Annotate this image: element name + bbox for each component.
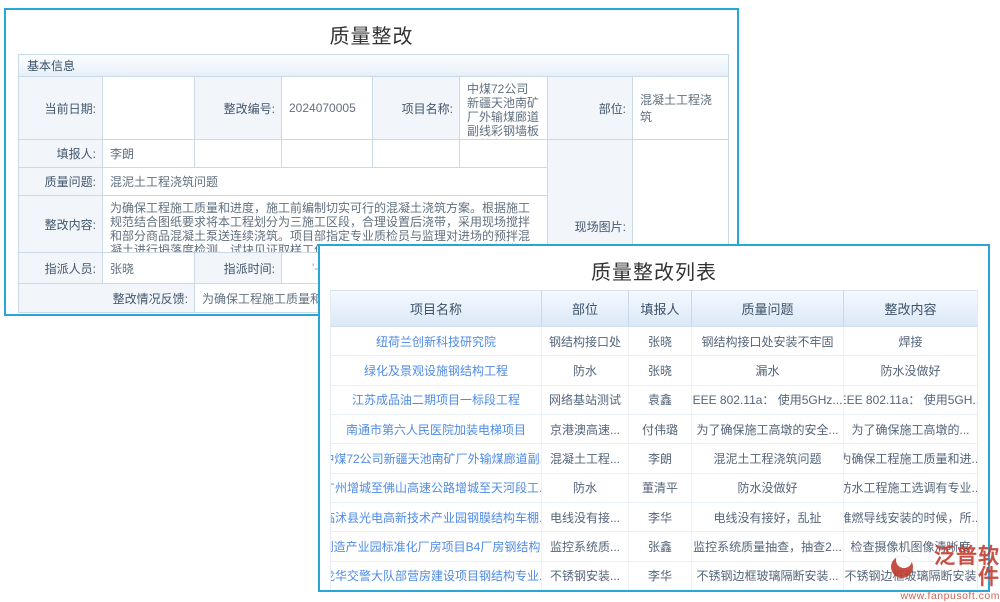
- basic-info-section-header: 基本信息: [19, 55, 728, 77]
- table-row: 江苏成品油二期项目一标段工程 网络基站测试 袁鑫 EEE 802.11a： 使用…: [331, 386, 977, 415]
- table-row: 制造产业园标准化厂房项目B4厂房钢结构... 监控系统质... 张鑫 监控系统质…: [331, 532, 977, 561]
- table-row: 龙华交警大队部营房建设项目钢结构专业... 不锈钢安装... 李华 不锈钢边框玻…: [331, 562, 977, 590]
- reporter-cell: 付伟璐: [629, 415, 692, 443]
- content-cell: 为了确保施工高墩的...: [844, 415, 977, 443]
- part-cell: 不锈钢安装...: [542, 562, 629, 590]
- content-cell: EEE 802.11a： 使用5GH...: [844, 386, 977, 414]
- table-row: 临沭县光电高新技术产业园钢膜结构车棚... 电线没有接... 李华 电线没有接好…: [331, 503, 977, 532]
- part-field[interactable]: 混凝土工程浇筑: [633, 77, 729, 140]
- empty-cell: [282, 140, 373, 168]
- part-cell: 电线没有接...: [542, 503, 629, 531]
- col-header-part: 部位: [542, 291, 629, 326]
- quality-issue-label: 质量问题:: [19, 168, 103, 196]
- project-link[interactable]: 制造产业园标准化厂房项目B4厂房钢结构...: [331, 532, 542, 560]
- empty-cell: [373, 140, 460, 168]
- empty-cell: [195, 140, 282, 168]
- quality-issue-field[interactable]: 混泥土工程浇筑问题: [103, 168, 548, 196]
- part-cell: 监控系统质...: [542, 532, 629, 560]
- project-link[interactable]: 中煤72公司新疆天池南矿厂外输煤廊道副...: [331, 444, 542, 472]
- issue-cell: 防水没做好: [692, 474, 844, 502]
- empty-cell: [460, 140, 548, 168]
- list-header-row: 项目名称 部位 填报人 质量问题 整改内容: [331, 290, 977, 327]
- table-row: 绿化及景观设施钢结构工程 防水 张晓 漏水 防水没做好: [331, 356, 977, 385]
- quality-rectification-list-panel: 质量整改列表 项目名称 部位 填报人 质量问题 整改内容 纽荷兰创新科技研究院 …: [318, 244, 990, 592]
- issue-cell: 不锈钢边框玻璃隔断安装...: [692, 562, 844, 590]
- part-cell: 钢结构接口处: [542, 327, 629, 355]
- issue-cell: EEE 802.11a： 使用5GHz...: [692, 386, 844, 414]
- project-link[interactable]: 龙华交警大队部营房建设项目钢结构专业...: [331, 562, 542, 590]
- issue-cell: 漏水: [692, 356, 844, 384]
- issue-cell: 电线没有接好，乱扯: [692, 503, 844, 531]
- project-link[interactable]: 纽荷兰创新科技研究院: [331, 327, 542, 355]
- project-name-label: 项目名称:: [373, 77, 460, 140]
- content-cell: 为确保工程施工质量和进...: [844, 444, 977, 472]
- reporter-cell: 张晓: [629, 327, 692, 355]
- assignee-field[interactable]: 张晓: [103, 253, 195, 284]
- part-cell: 防水: [542, 474, 629, 502]
- part-cell: 防水: [542, 356, 629, 384]
- part-cell: 网络基站测试: [542, 386, 629, 414]
- issue-cell: 监控系统质量抽查，抽查2...: [692, 532, 844, 560]
- reporter-cell: 李华: [629, 503, 692, 531]
- project-link[interactable]: 江苏成品油二期项目一标段工程: [331, 386, 542, 414]
- issue-cell: 钢结构接口处安装不牢固: [692, 327, 844, 355]
- feedback-label: 整改情况反馈:: [19, 284, 195, 313]
- reporter-cell: 李华: [629, 562, 692, 590]
- rectify-content-label: 整改内容:: [19, 196, 103, 253]
- issue-cell: 为了确保施工高墩的安全...: [692, 415, 844, 443]
- reporter-label: 填报人:: [19, 140, 103, 168]
- project-link[interactable]: 广州增城至佛山高速公路增城至天河段工...: [331, 474, 542, 502]
- part-cell: 京港澳高速...: [542, 415, 629, 443]
- col-header-issue: 质量问题: [692, 291, 844, 326]
- project-link[interactable]: 南通市第六人民医院加装电梯项目: [331, 415, 542, 443]
- list-title: 质量整改列表: [320, 246, 988, 290]
- table-row: 广州增城至佛山高速公路增城至天河段工... 防水 董清平 防水没做好 防水工程施…: [331, 474, 977, 503]
- col-header-project: 项目名称: [331, 291, 542, 326]
- current-date-label: 当前日期:: [19, 77, 103, 140]
- assign-time-label: 指派时间:: [195, 253, 282, 284]
- form-title: 质量整改: [6, 10, 737, 54]
- rectify-no-field[interactable]: 2024070005: [282, 77, 373, 140]
- project-link[interactable]: 临沭县光电高新技术产业园钢膜结构车棚...: [331, 503, 542, 531]
- reporter-cell: 袁鑫: [629, 386, 692, 414]
- content-cell: 防水没做好: [844, 356, 977, 384]
- rectification-list-table: 项目名称 部位 填报人 质量问题 整改内容 纽荷兰创新科技研究院 钢结构接口处 …: [330, 290, 978, 590]
- rectify-no-label: 整改编号:: [195, 77, 282, 140]
- project-name-field[interactable]: 中煤72公司新疆天池南矿厂外输煤廊道副线彩钢墙板安装专业分包工程: [460, 77, 548, 140]
- table-row: 南通市第六人民医院加装电梯项目 京港澳高速... 付伟璐 为了确保施工高墩的安全…: [331, 415, 977, 444]
- part-cell: 混凝土工程...: [542, 444, 629, 472]
- project-link[interactable]: 绿化及景观设施钢结构工程: [331, 356, 542, 384]
- table-row: 中煤72公司新疆天池南矿厂外输煤廊道副... 混凝土工程... 李朗 混泥土工程…: [331, 444, 977, 473]
- current-date-field[interactable]: [103, 77, 195, 140]
- reporter-cell: 张鑫: [629, 532, 692, 560]
- assignee-label: 指派人员:: [19, 253, 103, 284]
- part-label: 部位:: [548, 77, 633, 140]
- table-row: 纽荷兰创新科技研究院 钢结构接口处 张晓 钢结构接口处安装不牢固 焊接: [331, 327, 977, 356]
- content-cell: 焊接: [844, 327, 977, 355]
- content-cell: 防水工程施工选调有专业...: [844, 474, 977, 502]
- content-cell: 检查摄像机图像清晰度: [844, 532, 977, 560]
- reporter-cell: 董清平: [629, 474, 692, 502]
- reporter-cell: 张晓: [629, 356, 692, 384]
- col-header-content: 整改内容: [844, 291, 977, 326]
- content-cell: 难燃导线安装的时候，所...: [844, 503, 977, 531]
- reporter-field[interactable]: 李朗: [103, 140, 195, 168]
- reporter-cell: 李朗: [629, 444, 692, 472]
- content-cell: 不锈钢边框玻璃隔断安装: [844, 562, 977, 590]
- issue-cell: 混泥土工程浇筑问题: [692, 444, 844, 472]
- col-header-reporter: 填报人: [629, 291, 692, 326]
